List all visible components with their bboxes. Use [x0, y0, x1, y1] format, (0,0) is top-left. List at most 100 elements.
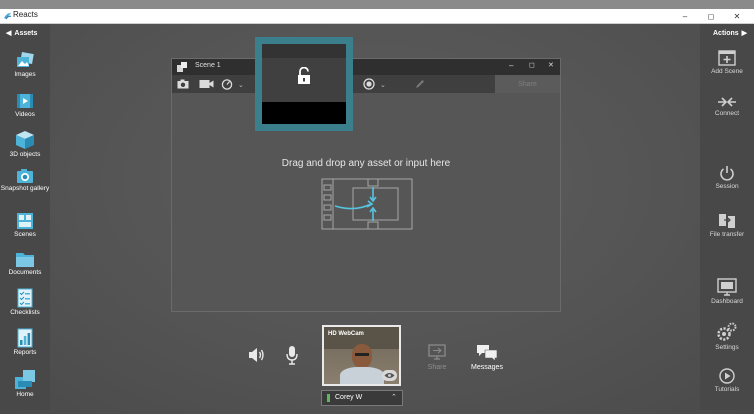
share-label: Share: [427, 364, 447, 371]
sidebar-label-videos: Videos: [15, 111, 35, 118]
sidebar-label-home: Home: [16, 391, 34, 398]
chevron-up-icon: ⌃: [391, 394, 397, 401]
maximize-button[interactable]: ◻: [700, 9, 722, 23]
sidebar-label-images: Images: [14, 71, 36, 78]
unlock-icon[interactable]: [297, 67, 311, 85]
sidebar-item-snapshot-gallery[interactable]: Snapshot gallery: [0, 168, 50, 192]
sidebar-label-checklists: Checklists: [10, 309, 40, 316]
sidebar-item-reports[interactable]: Reports: [0, 328, 50, 356]
share-button[interactable]: Share: [425, 344, 449, 371]
timer-icon[interactable]: [221, 78, 233, 90]
minimize-button[interactable]: –: [674, 9, 696, 23]
close-button[interactable]: ✕: [726, 9, 748, 23]
user-name: Corey W: [335, 394, 363, 401]
lock-overlay[interactable]: [255, 37, 353, 131]
messages-label: Messages: [471, 364, 503, 371]
home-icon: [15, 370, 35, 389]
share-screen-icon: [428, 344, 446, 360]
images-icon: [17, 52, 34, 67]
connect-label: Connect: [714, 110, 740, 117]
sidebar-item-scenes[interactable]: Scenes: [0, 212, 50, 238]
scenes-icon: [17, 213, 33, 229]
session-label: Session: [715, 183, 739, 190]
drop-zone-text: Drag and drop any asset or input here: [281, 158, 451, 169]
sidebar-label-3d-objects: 3D objects: [9, 151, 41, 158]
scene-window[interactable]: Scene 1 – ◻ ✕ ⌄ ⌄ Share Drag and drop an…: [171, 58, 561, 312]
sidebar-item-home[interactable]: Home: [0, 368, 50, 398]
eye-icon: [384, 373, 395, 378]
webcam-person-shirt: [340, 367, 384, 384]
actions-panel: Actions ▶ Add Scene Connect Session File…: [700, 24, 754, 410]
file-transfer-button[interactable]: File transfer: [700, 213, 754, 238]
session-button[interactable]: Session: [700, 165, 754, 190]
scene-close-button[interactable]: ✕: [548, 61, 554, 69]
sidebar-item-3d-objects[interactable]: 3D objects: [0, 130, 50, 158]
assets-header[interactable]: ◀ Assets: [6, 29, 38, 38]
chevron-left-icon: ◀: [6, 30, 12, 37]
window-title: Reacts: [13, 10, 38, 19]
power-icon: [720, 166, 734, 181]
webcam-video: HD WebCam: [324, 327, 399, 384]
drop-zone-illustration: [321, 178, 413, 230]
webcam-preview[interactable]: HD WebCam: [322, 325, 401, 386]
videos-icon: [17, 94, 33, 108]
user-selector[interactable]: Corey W ⌃: [321, 390, 403, 406]
sidebar-label-reports: Reports: [13, 349, 37, 356]
dashboard-icon: [717, 278, 737, 296]
video-camera-icon[interactable]: [199, 79, 214, 89]
scene-logo-icon: [177, 62, 187, 72]
speaker-icon[interactable]: [248, 346, 266, 364]
checklists-icon: [17, 288, 33, 308]
microphone-icon[interactable]: [286, 345, 298, 365]
messages-icon: [477, 345, 498, 362]
sidebar-item-videos[interactable]: Videos: [0, 92, 50, 118]
scene-share-button[interactable]: Share: [495, 75, 560, 93]
snapshot-gallery-icon: [17, 169, 33, 183]
add-scene-icon: [718, 50, 736, 66]
assets-panel: ◀ Assets Images Videos 3D objects Snapsh…: [0, 24, 50, 410]
sidebar-label-documents: Documents: [8, 269, 42, 276]
record-icon[interactable]: [363, 78, 375, 90]
record-chevron-down-icon[interactable]: ⌄: [380, 81, 386, 89]
sidebar-label-scenes: Scenes: [14, 231, 36, 238]
scene-titlebar[interactable]: Scene 1 – ◻ ✕: [172, 59, 560, 75]
snapshot-camera-icon[interactable]: [177, 79, 189, 89]
documents-icon: [16, 253, 34, 267]
sidebar-item-checklists[interactable]: Checklists: [0, 288, 50, 316]
webcam-person-glasses: [355, 353, 369, 356]
chevron-down-icon[interactable]: ⌄: [238, 81, 244, 89]
lock-panel: [262, 44, 346, 124]
sidebar-item-documents[interactable]: Documents: [0, 250, 50, 276]
assets-header-label: Assets: [14, 29, 38, 37]
actions-header-label: Actions: [713, 29, 739, 37]
tutorials-button[interactable]: Tutorials: [700, 368, 754, 393]
tutorials-icon: [719, 368, 735, 384]
file-transfer-icon: [719, 214, 735, 228]
scene-title: Scene 1: [195, 62, 221, 69]
connect-button[interactable]: Connect: [700, 96, 754, 117]
settings-label: Settings: [715, 344, 739, 351]
dashboard-button[interactable]: Dashboard: [700, 278, 754, 305]
scene-toolbar: ⌄ ⌄ Share: [172, 75, 560, 93]
pen-icon[interactable]: [415, 79, 425, 89]
scene-minimize-button[interactable]: –: [509, 61, 513, 70]
window-titlebar: Reacts – ◻ ✕: [0, 9, 754, 24]
reports-icon: [17, 328, 33, 348]
reacts-logo-icon: [3, 13, 12, 20]
messages-button[interactable]: Messages: [469, 344, 505, 371]
sidebar-item-images[interactable]: Images: [0, 52, 50, 78]
settings-icon: [717, 322, 737, 341]
tutorials-label: Tutorials: [714, 386, 740, 393]
sidebar-label-snapshot-gallery: Snapshot gallery: [0, 185, 50, 192]
webcam-eye-toggle[interactable]: [382, 370, 397, 381]
add-scene-button[interactable]: Add Scene: [700, 50, 754, 75]
settings-button[interactable]: Settings: [700, 322, 754, 351]
add-scene-label: Add Scene: [711, 68, 743, 75]
actions-header[interactable]: Actions ▶: [713, 29, 748, 38]
chevron-right-icon: ▶: [741, 30, 748, 37]
scene-maximize-button[interactable]: ◻: [529, 61, 535, 69]
webcam-label: HD WebCam: [328, 331, 364, 337]
file-transfer-label: File transfer: [709, 231, 745, 238]
connect-icon: [718, 97, 736, 107]
lock-panel-header: [262, 44, 346, 58]
